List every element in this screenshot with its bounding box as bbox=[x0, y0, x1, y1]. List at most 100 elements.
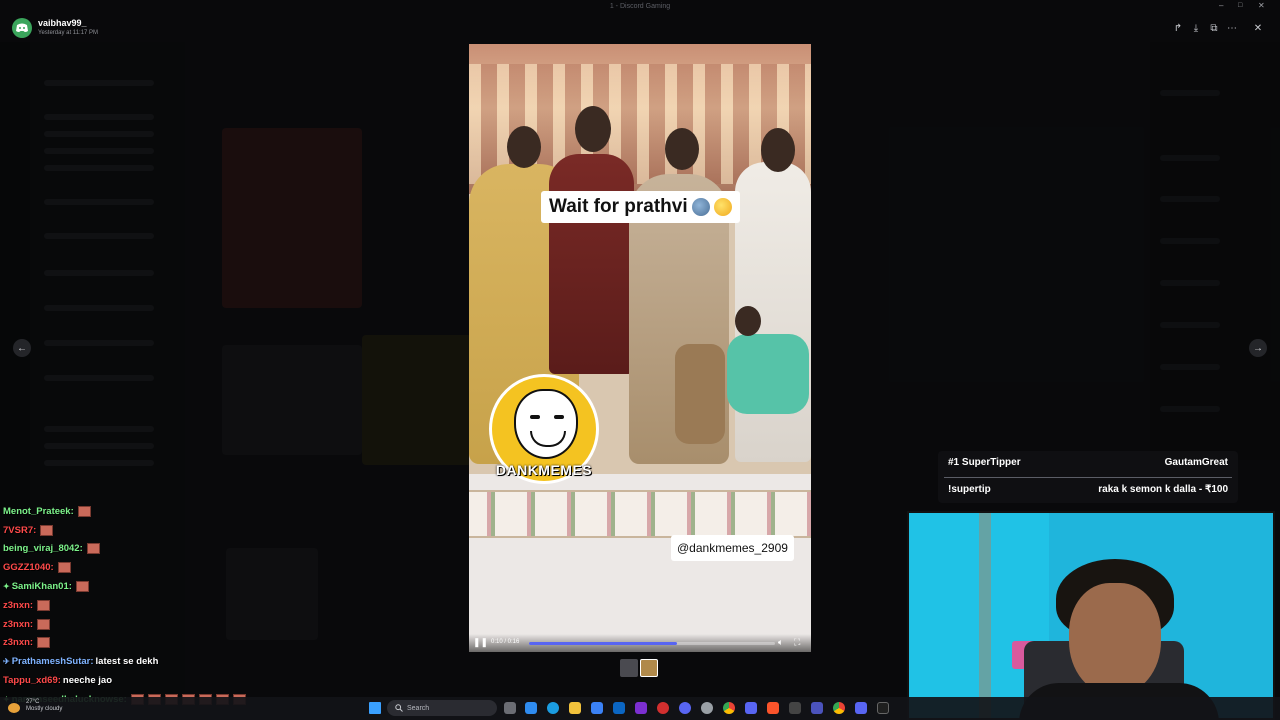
video-child bbox=[727, 334, 809, 414]
app-icon[interactable] bbox=[789, 702, 801, 714]
start-menu-icon[interactable] bbox=[369, 702, 381, 714]
weather-temp: 27°C bbox=[26, 699, 40, 705]
video-progress-fill bbox=[529, 642, 677, 645]
weather-desc: Mostly cloudy bbox=[26, 706, 63, 712]
close-icon[interactable]: ✕ bbox=[1251, 21, 1265, 35]
file-explorer-icon[interactable] bbox=[569, 702, 581, 714]
discord-taskbar-icon[interactable] bbox=[679, 702, 691, 714]
chat-emote-icon bbox=[57, 562, 71, 574]
webcam-feed bbox=[907, 511, 1275, 720]
supertip-message: raka k semon k dalla - ₹100 bbox=[1098, 484, 1228, 495]
task-view-icon[interactable] bbox=[504, 702, 516, 714]
chat-badge-icon: ✦ bbox=[3, 582, 10, 592]
chat-username: Menot_Prateek: bbox=[3, 505, 74, 517]
logo-eye bbox=[530, 415, 540, 419]
message-timestamp: Yesterday at 11:17 PM bbox=[38, 30, 99, 36]
chat-badge-icon: ✈ bbox=[3, 657, 10, 667]
media-thumbnail-active[interactable] bbox=[640, 659, 658, 677]
logo-eye bbox=[554, 415, 564, 419]
supertip-rank-row: #1 SuperTipper GautamGreat bbox=[948, 457, 1228, 468]
chat-emote-icon bbox=[86, 543, 100, 555]
chat-text: latest se dekh bbox=[95, 656, 159, 668]
window-close-icon[interactable]: ✕ bbox=[1258, 1, 1265, 10]
laughing-emoji-icon bbox=[713, 198, 732, 216]
media-thumbnails bbox=[620, 659, 660, 677]
chat-message: ✈ PrathameshSutar: latest se dekh bbox=[3, 652, 263, 671]
logo-mouth bbox=[530, 431, 566, 447]
chat-message: z3nxn: bbox=[3, 615, 263, 634]
teams-icon[interactable] bbox=[811, 702, 823, 714]
moon-face-emoji-icon bbox=[691, 198, 710, 216]
supertip-rank-label: #1 SuperTipper bbox=[948, 457, 1021, 468]
volume-icon[interactable]: 🔈︎ bbox=[778, 637, 783, 648]
chat-message: Menot_Prateek: bbox=[3, 502, 263, 521]
chat-message: Tappu_xd69: neeche jao bbox=[3, 671, 263, 690]
taskbar-search[interactable]: Search bbox=[387, 700, 497, 716]
supertip-command: !supertip bbox=[948, 484, 991, 495]
author-username[interactable]: vaibhav99_ bbox=[38, 18, 87, 28]
video-controls: ❚❚ 0:10 / 0:16 🔈︎ ⛶ bbox=[469, 634, 811, 652]
chat-username: SamiKhan01: bbox=[11, 581, 72, 593]
store-icon[interactable] bbox=[591, 702, 603, 714]
video-person-head bbox=[507, 126, 541, 168]
media-thumbnail[interactable] bbox=[620, 659, 638, 677]
stream-chat-overlay: Menot_Prateek: 7VSR7: being_viraj_8042: GGZ… bbox=[3, 502, 263, 709]
chat-username: being_viraj_8042: bbox=[3, 543, 83, 555]
next-media-button[interactable]: → bbox=[1249, 339, 1267, 357]
video-frame-floral-border bbox=[469, 490, 811, 538]
video-player[interactable]: Wait for prathvi DANKMEMES @dankmemes_29… bbox=[469, 44, 811, 652]
supertip-widget: #1 SuperTipper GautamGreat !supertip rak… bbox=[938, 451, 1238, 503]
chat-username: PrathameshSutar: bbox=[11, 656, 94, 668]
supertip-message-row: !supertip raka k semon k dalla - ₹100 bbox=[948, 484, 1228, 495]
chat-username: GGZZ1040: bbox=[3, 562, 54, 574]
fullscreen-icon[interactable]: ⛶ bbox=[794, 637, 800, 648]
chat-emote-icon bbox=[37, 599, 51, 611]
app-icon[interactable] bbox=[635, 702, 647, 714]
chat-text: neeche jao bbox=[62, 675, 112, 687]
settings-icon[interactable] bbox=[701, 702, 713, 714]
video-progress-bar[interactable] bbox=[529, 642, 775, 645]
pause-icon[interactable]: ❚❚ bbox=[473, 637, 488, 648]
app-icon[interactable] bbox=[657, 702, 669, 714]
chrome-icon[interactable] bbox=[723, 702, 735, 714]
open-external-icon[interactable]: ⧉ bbox=[1207, 21, 1221, 35]
weather-widget[interactable]: 27°C Mostly cloudy bbox=[26, 699, 62, 713]
forward-icon[interactable]: ↱ bbox=[1171, 21, 1185, 35]
video-caption: Wait for prathvi bbox=[541, 191, 740, 223]
video-child-head bbox=[735, 306, 761, 336]
divider bbox=[944, 477, 1232, 478]
chrome-icon[interactable] bbox=[833, 702, 845, 714]
caption-text: Wait for prathvi bbox=[549, 196, 688, 217]
copilot-icon[interactable] bbox=[525, 702, 537, 714]
chat-message: z3nxn: bbox=[3, 596, 263, 615]
discord-taskbar-icon[interactable] bbox=[855, 702, 867, 714]
search-placeholder: Search bbox=[407, 704, 430, 712]
previous-media-button[interactable]: ← bbox=[13, 339, 31, 357]
chat-emote-icon bbox=[37, 618, 51, 630]
mail-icon[interactable] bbox=[613, 702, 625, 714]
video-person bbox=[549, 154, 634, 374]
avatar[interactable] bbox=[12, 18, 32, 38]
window-title: 1 - Discord Gaming bbox=[609, 3, 671, 10]
chat-message: ✦ SamiKhan01: bbox=[3, 577, 263, 596]
trollface-icon bbox=[514, 389, 578, 459]
download-icon[interactable]: ⤓ bbox=[1189, 21, 1203, 35]
maximize-icon[interactable]: □ bbox=[1238, 2, 1242, 9]
chat-emote-icon bbox=[40, 524, 54, 536]
supertip-rank-user: GautamGreat bbox=[1164, 457, 1228, 468]
dankmemes-logo: DANKMEMES bbox=[489, 374, 599, 492]
edge-icon[interactable] bbox=[547, 702, 559, 714]
app-icon[interactable] bbox=[745, 702, 757, 714]
search-icon bbox=[395, 704, 403, 712]
brave-icon[interactable] bbox=[767, 702, 779, 714]
obs-icon[interactable] bbox=[877, 702, 889, 714]
chat-message: z3nxn: bbox=[3, 634, 263, 653]
logo-text: DANKMEMES bbox=[495, 462, 593, 478]
chat-emote-icon bbox=[75, 581, 89, 593]
weather-icon[interactable] bbox=[8, 703, 20, 713]
video-person-head bbox=[761, 128, 795, 172]
minimize-icon[interactable]: – bbox=[1219, 1, 1223, 10]
chat-message: being_viraj_8042: bbox=[3, 540, 263, 559]
video-dupatta bbox=[675, 344, 725, 444]
more-icon[interactable]: ⋯ bbox=[1225, 21, 1239, 35]
